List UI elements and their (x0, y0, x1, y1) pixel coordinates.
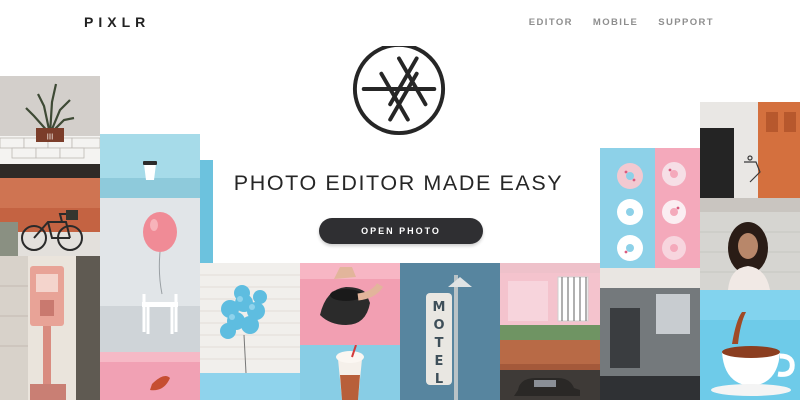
svg-text:O: O (433, 318, 444, 333)
svg-text:ǀǀǀǀ: ǀǀǀǀ (46, 133, 53, 140)
photo-rooftop-street-scene (600, 268, 700, 400)
svg-text:E: E (435, 354, 444, 369)
open-photo-button[interactable]: OPEN PHOTO (319, 218, 483, 244)
nav-link-editor[interactable]: EDITOR (529, 17, 573, 28)
nav-link-mobile[interactable]: MOBILE (593, 17, 638, 28)
photo-pink-wall-corner (100, 352, 200, 400)
nav-link-support[interactable]: SUPPORT (658, 17, 714, 28)
photo-motel-neon-sign: MOTEL (400, 263, 500, 400)
photo-bicycle-by-brick-wall (0, 178, 100, 256)
svg-text:M: M (433, 300, 446, 315)
photo-milkshake-glass (300, 345, 400, 400)
photo-woman-portrait (700, 212, 800, 290)
photo-donuts-on-pink-and-blue (600, 148, 700, 268)
photo-blue-balloons-on-brick-wall (200, 263, 300, 400)
svg-text:T: T (435, 336, 444, 351)
camera-aperture-icon (350, 40, 448, 138)
photo-coffee-cup-on-blue-wall (100, 134, 200, 198)
photo-vintage-car-and-building (500, 340, 600, 400)
photo-hand-with-coffee-cup (300, 263, 400, 345)
top-navigation-bar: PIXLR EDITOR MOBILE SUPPORT (0, 0, 800, 46)
photo-coffee-cup-on-blue (700, 290, 800, 400)
photo-pink-building-facade (500, 263, 600, 340)
hero-headline: PHOTO EDITOR MADE EASY (233, 171, 564, 195)
main-nav: EDITOR MOBILE SUPPORT (529, 17, 714, 28)
brand-logo[interactable]: PIXLR (84, 14, 150, 30)
photo-woman-portrait-building (700, 102, 800, 212)
photo-plant-on-brick-wall: ǀǀǀǀ (0, 76, 100, 178)
photo-pink-balloon-and-chair (100, 198, 200, 352)
svg-text:L: L (435, 372, 443, 387)
photo-pink-parking-meter (0, 256, 100, 400)
